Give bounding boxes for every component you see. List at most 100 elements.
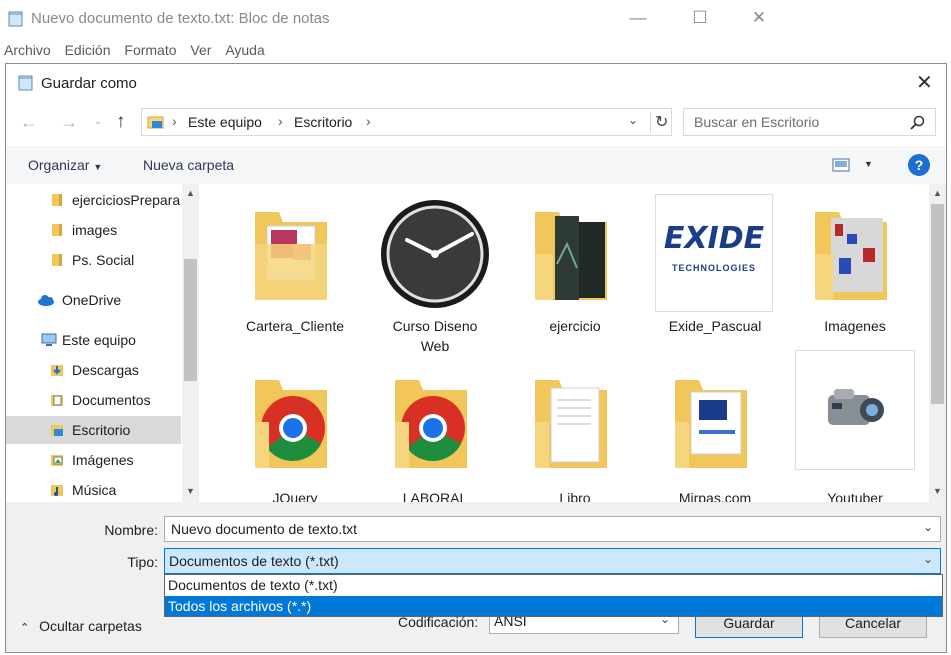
organize-button[interactable]: Organizar ▼	[28, 157, 102, 173]
pictures-folder-icon	[51, 455, 63, 466]
file-item[interactable]: ejercicio	[511, 194, 639, 354]
download-folder-icon	[51, 365, 63, 376]
exide-logo-icon: EXIDE TECHNOLOGIES	[655, 194, 773, 312]
back-icon[interactable]: ←	[20, 112, 38, 133]
hide-folders-label: Ocultar carpetas	[39, 618, 142, 634]
file-item[interactable]: Mirpas.com	[651, 362, 779, 502]
divider	[650, 111, 651, 133]
file-item[interactable]: Curso Diseno Web	[371, 194, 499, 354]
folder-icon	[52, 254, 62, 266]
type-option[interactable]: Documentos de texto (*.txt)	[165, 575, 942, 596]
breadcrumb-este-equipo[interactable]: Este equipo	[188, 114, 262, 130]
file-item[interactable]: Imagenes	[791, 194, 919, 354]
forward-icon[interactable]: →	[60, 112, 78, 133]
view-options-icon[interactable]	[832, 158, 850, 172]
nav-scrollbar[interactable]: ▲ ▼	[182, 184, 199, 502]
file-item[interactable]: Youtuber	[791, 350, 919, 502]
menu-edicion[interactable]: Edición	[65, 42, 111, 58]
file-name: Cartera_Cliente	[245, 318, 345, 334]
sidebar-item-label: Documentos	[72, 392, 151, 408]
computer-icon	[41, 333, 57, 346]
file-name: Mirpas.com	[678, 490, 752, 502]
file-item[interactable]: EXIDE TECHNOLOGIES Exide_Pascual	[651, 194, 779, 354]
exide-logo-text: EXIDE	[663, 221, 765, 256]
menu-ver[interactable]: Ver	[190, 42, 211, 58]
file-item[interactable]: Libro	[511, 362, 639, 502]
search-placeholder: Buscar en Escritorio	[694, 114, 820, 130]
camera-graphic	[828, 389, 884, 425]
breadcrumb-separator-icon: ›	[172, 113, 177, 129]
filename-field[interactable]: Nuevo documento de texto.txt ⌄	[164, 516, 941, 542]
sidebar-item-label: ejerciciosPrepara	[72, 192, 181, 208]
sidebar-item-documentos[interactable]: Documentos	[6, 386, 181, 414]
sidebar-item-onedrive[interactable]: OneDrive	[6, 286, 181, 314]
scroll-thumb[interactable]	[184, 259, 197, 381]
close-icon[interactable]: ✕	[744, 8, 774, 28]
file-item[interactable]: Cartera_Cliente	[231, 194, 359, 354]
chrome-folder-icon	[255, 380, 327, 468]
scroll-down-icon[interactable]: ▼	[186, 486, 195, 496]
menu-archivo[interactable]: Archivo	[4, 42, 51, 58]
hide-folders-button[interactable]: ⌃ Ocultar carpetas	[20, 618, 142, 634]
menu-ayuda[interactable]: Ayuda	[225, 42, 264, 58]
sidebar-item-escritorio[interactable]: Escritorio	[6, 416, 181, 444]
chevron-down-icon[interactable]: ⌄	[923, 552, 933, 566]
type-option-selected[interactable]: Todos los archivos (*.*)	[165, 596, 942, 616]
organize-label: Organizar	[28, 157, 90, 173]
filename-value: Nuevo documento de texto.txt	[171, 521, 357, 537]
sidebar-item-label: Este equipo	[62, 332, 136, 348]
type-select[interactable]: Documentos de texto (*.txt) ⌄	[164, 548, 941, 574]
chevron-down-icon[interactable]: ⌄	[923, 520, 933, 534]
search-icon[interactable]	[910, 115, 926, 131]
new-folder-button[interactable]: Nueva carpeta	[143, 157, 234, 173]
desktop-folder-icon	[147, 116, 164, 129]
help-icon[interactable]: ?	[908, 154, 930, 176]
sidebar-item-imagenes[interactable]: Imágenes	[6, 446, 181, 474]
image-folder-icon	[815, 212, 887, 300]
file-name: Imagenes	[824, 318, 886, 334]
type-value: Documentos de texto (*.txt)	[169, 553, 339, 569]
folder-icon	[52, 224, 62, 236]
breadcrumb-escritorio[interactable]: Escritorio	[294, 114, 352, 130]
maximize-icon[interactable]: ☐	[685, 8, 715, 28]
sidebar-item-ejercicios[interactable]: ejerciciosPrepara	[6, 186, 181, 214]
sidebar-item-label: images	[72, 222, 118, 238]
recent-locations-icon[interactable]: ⌄	[94, 116, 102, 127]
breadcrumb-separator-icon: ›	[366, 113, 371, 129]
file-name: ejercicio	[549, 318, 601, 334]
clock-icon	[381, 200, 489, 308]
sidebar-item-label: Escritorio	[72, 422, 131, 438]
sidebar-item-descargas[interactable]: Descargas	[6, 356, 181, 384]
sidebar-item-musica[interactable]: Música	[6, 476, 181, 504]
sidebar-item-ps-social[interactable]: Ps. Social	[6, 246, 181, 274]
cloud-icon	[38, 295, 54, 306]
notepad-icon	[18, 75, 33, 91]
content-scrollbar[interactable]: ▲ ▼	[929, 184, 946, 502]
notepad-menubar: Archivo Edición Formato Ver Ayuda	[0, 38, 782, 64]
minimize-icon[interactable]: —	[623, 8, 653, 28]
view-dropdown-icon[interactable]: ▼	[864, 159, 873, 169]
breadcrumb-separator-icon: ›	[278, 113, 283, 129]
scroll-thumb[interactable]	[931, 204, 944, 404]
sidebar-item-images[interactable]: images	[6, 216, 181, 244]
music-folder-icon	[51, 485, 63, 496]
up-icon[interactable]: ↑	[116, 111, 126, 133]
search-box[interactable]: Buscar en Escritorio	[683, 108, 936, 136]
address-bar[interactable]: › Este equipo › Escritorio › ⌄ ↻	[141, 108, 672, 136]
document-folder-icon	[535, 380, 607, 468]
address-dropdown-icon[interactable]: ⌄	[628, 113, 638, 127]
file-item[interactable]: LABORAL	[371, 362, 499, 502]
menu-formato[interactable]: Formato	[124, 42, 176, 58]
dialog-close-icon[interactable]: ✕	[916, 70, 933, 95]
sidebar-item-label: Imágenes	[72, 452, 134, 468]
scroll-down-icon[interactable]: ▼	[933, 486, 942, 496]
command-bar: Organizar ▼ Nueva carpeta ▼ ?	[6, 146, 946, 184]
refresh-icon[interactable]: ↻	[655, 112, 668, 132]
type-dropdown-list: Documentos de texto (*.txt) Todos los ar…	[164, 574, 943, 617]
sidebar-item-este-equipo[interactable]: Este equipo	[6, 326, 181, 354]
image-folder-icon	[535, 212, 607, 300]
file-item[interactable]: JQuery	[231, 362, 359, 502]
desktop-folder-icon	[51, 425, 63, 436]
scroll-up-icon[interactable]: ▲	[186, 188, 195, 198]
scroll-up-icon[interactable]: ▲	[933, 188, 942, 198]
